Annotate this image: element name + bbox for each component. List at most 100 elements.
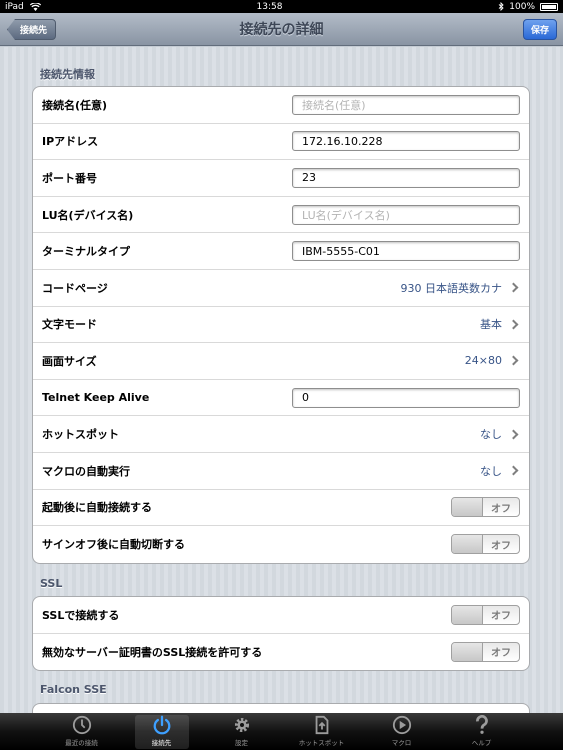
bluetooth-icon: [498, 2, 504, 11]
port-input[interactable]: 23: [292, 167, 520, 188]
row-ssl-invalid-cert: 無効なサーバー証明書のSSL接続を許可する オフ: [33, 634, 529, 671]
row-label: 無効なサーバー証明書のSSL接続を許可する: [42, 645, 263, 659]
row-character-mode[interactable]: 文字モード 基本: [33, 307, 529, 344]
ssl-connect-switch[interactable]: オフ: [451, 604, 520, 625]
macro-autorun-value: なし: [480, 463, 520, 479]
row-value: なし: [480, 464, 502, 478]
chevron-right-icon: [508, 465, 519, 476]
tab-bar: 最近の接続 接続先 設定 ホットスポット マクロ ヘルプ: [0, 713, 563, 750]
power-icon: [153, 715, 170, 735]
switch-knob: [452, 605, 483, 624]
row-auto-disconnect: サインオフ後に自動切断する オフ: [33, 526, 529, 563]
status-bar: iPad 13:58 100%: [0, 0, 563, 13]
save-button[interactable]: 保存: [523, 19, 557, 40]
row-value: 930 日本語英数カナ: [400, 281, 503, 295]
status-time: 13:58: [256, 1, 283, 12]
switch-state: オフ: [491, 503, 511, 515]
switch-state: オフ: [491, 540, 511, 552]
row-label: ホットスポット: [42, 428, 119, 442]
row-ssl-connect: SSLで接続する オフ: [33, 597, 529, 634]
battery-percent: 100%: [509, 1, 535, 12]
row-label: IPアドレス: [42, 135, 99, 149]
screen-size-value: 24×80: [465, 354, 520, 367]
row-macro-autorun[interactable]: マクロの自動実行 なし: [33, 453, 529, 490]
switch-knob: [452, 642, 483, 661]
falcon-group: [32, 703, 530, 713]
help-icon: [475, 715, 488, 734]
row-ip-address: IPアドレス 172.16.10.228: [33, 124, 529, 161]
settings-table[interactable]: 接続先情報 接続名(任意) 接続名(任意) IPアドレス 172.16.10.2…: [0, 47, 563, 713]
clock-icon: [72, 715, 91, 735]
row-label: 接続名(任意): [42, 98, 108, 112]
chevron-right-icon: [508, 429, 519, 440]
tab-connections[interactable]: 接続先: [134, 715, 189, 749]
play-icon: [392, 715, 411, 735]
row-terminal-type: ターミナルタイプ IBM-5555-C01: [33, 233, 529, 270]
row-lu-name: LU名(デバイス名) LU名(デバイス名): [33, 197, 529, 234]
tab-recent[interactable]: 最近の接続: [55, 715, 109, 749]
row-label: 画面サイズ: [42, 354, 97, 368]
ip-address-input[interactable]: 172.16.10.228: [292, 131, 520, 152]
row-label: LU名(デバイス名): [42, 208, 134, 222]
row-label: ポート番号: [42, 171, 97, 185]
row-label: ターミナルタイプ: [42, 245, 130, 259]
auto-disconnect-switch[interactable]: オフ: [451, 534, 520, 555]
switch-knob: [452, 498, 483, 517]
section-header-falcon: Falcon SSE: [40, 683, 107, 696]
row-connection-name: 接続名(任意) 接続名(任意): [33, 87, 529, 124]
terminal-type-input[interactable]: IBM-5555-C01: [292, 241, 520, 262]
row-telnet-keep-alive: Telnet Keep Alive 0: [33, 380, 529, 417]
row-port: ポート番号 23: [33, 160, 529, 197]
character-mode-value: 基本: [480, 316, 520, 332]
row-label: Telnet Keep Alive: [42, 391, 150, 405]
row-value: 24×80: [464, 354, 502, 368]
row-label: サインオフ後に自動切断する: [42, 538, 185, 552]
tab-label: ヘルプ: [471, 739, 492, 747]
chevron-right-icon: [508, 356, 519, 366]
chevron-right-icon: [508, 282, 519, 293]
row-label: 起動後に自動接続する: [42, 501, 152, 515]
code-page-value: 930 日本語英数カナ: [401, 280, 521, 296]
chevron-right-icon: [508, 319, 519, 330]
tab-hotspot[interactable]: ホットスポット: [295, 715, 349, 749]
tab-label: 接続先: [151, 739, 172, 747]
wifi-icon: [29, 2, 41, 11]
device-name: iPad: [5, 1, 24, 12]
row-hotspot[interactable]: ホットスポット なし: [33, 416, 529, 453]
tab-help[interactable]: ヘルプ: [455, 715, 509, 749]
row-code-page[interactable]: コードページ 930 日本語英数カナ: [33, 270, 529, 307]
connection-group: 接続名(任意) 接続名(任意) IPアドレス 172.16.10.228 ポート…: [32, 86, 530, 564]
lu-name-input[interactable]: LU名(デバイス名): [292, 204, 520, 225]
tab-label: ホットスポット: [298, 739, 345, 747]
battery-icon: [540, 2, 558, 11]
row-label: SSLで接続する: [42, 608, 120, 622]
switch-state: オフ: [491, 648, 511, 660]
page-title: 接続先の詳細: [239, 22, 324, 38]
connection-name-input[interactable]: 接続名(任意): [292, 94, 520, 115]
tab-label: 設定: [235, 739, 248, 747]
telnet-keep-alive-input[interactable]: 0: [292, 387, 520, 408]
ssl-invalid-cert-switch[interactable]: オフ: [451, 641, 520, 662]
row-auto-connect: 起動後に自動接続する オフ: [33, 490, 529, 527]
row-label: マクロの自動実行: [42, 464, 130, 478]
hotspot-value: なし: [480, 426, 520, 442]
tab-macro[interactable]: マクロ: [375, 715, 429, 749]
hotspot-icon: [315, 715, 328, 735]
row-label: 文字モード: [42, 318, 97, 332]
gear-icon: [234, 717, 249, 733]
tab-label: 最近の接続: [65, 739, 98, 747]
row-screen-size[interactable]: 画面サイズ 24×80: [33, 343, 529, 380]
section-header-ssl: SSL: [40, 577, 63, 590]
switch-knob: [452, 535, 483, 554]
section-header-connection: 接続先情報: [40, 68, 95, 81]
ssl-group: SSLで接続する オフ 無効なサーバー証明書のSSL接続を許可する オフ: [32, 596, 530, 672]
switch-state: オフ: [491, 611, 511, 623]
tab-label: マクロ: [391, 739, 412, 747]
back-button[interactable]: 接続先: [7, 19, 57, 40]
row-value: 基本: [480, 318, 502, 332]
navigation-bar: 接続先 接続先の詳細 保存: [0, 13, 563, 46]
auto-connect-switch[interactable]: オフ: [451, 497, 520, 518]
row-label: コードページ: [42, 281, 108, 295]
tab-settings[interactable]: 設定: [215, 715, 269, 749]
row-value: なし: [480, 428, 502, 442]
